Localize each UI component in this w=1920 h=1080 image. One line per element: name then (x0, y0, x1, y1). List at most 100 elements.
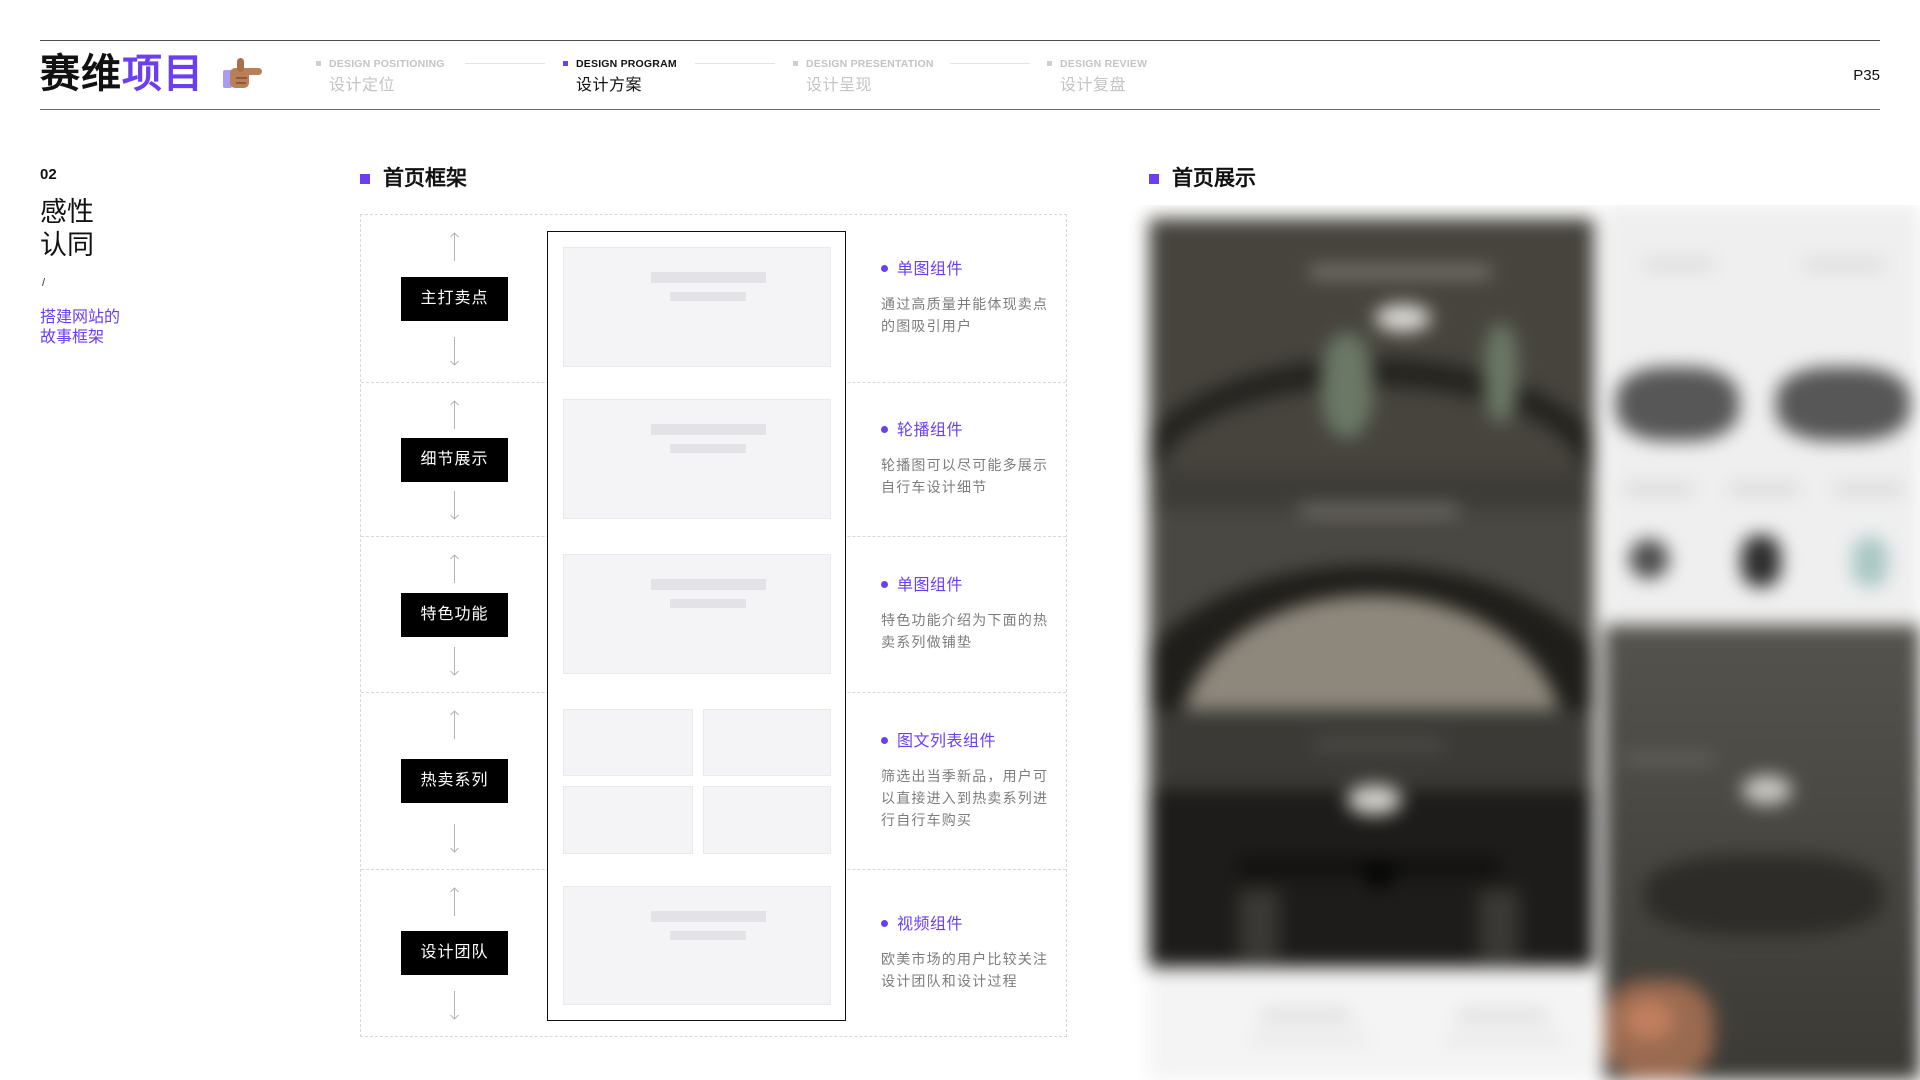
preview-text-streak (1445, 1037, 1565, 1043)
description-line: 通过高质量并能体现卖点 (881, 296, 1049, 312)
section-divider: / (42, 277, 46, 289)
component-name: 单图组件 (897, 261, 964, 278)
grid-placeholder (703, 709, 831, 776)
preview-detail-block (1149, 470, 1594, 710)
step-english-label: DESIGN REVIEW (1060, 58, 1148, 70)
component-description: 单图组件 特色功能介绍为下面的热 卖系列做铺垫 (881, 537, 1061, 692)
image-placeholder (563, 399, 831, 519)
step-design-positioning: DESIGN POSITIONING 设计定位 (316, 58, 445, 96)
preview-bike (1616, 367, 1739, 441)
text-placeholder-bar (670, 599, 746, 608)
arrow-down-icon (450, 824, 459, 853)
text-placeholder-bar (651, 579, 766, 590)
section-subtitle: 搭建网站的 故事框架 (40, 308, 120, 348)
preview-band (1149, 470, 1594, 510)
description-line: 卖系列做铺垫 (881, 634, 973, 650)
preview-text-streak (1309, 267, 1492, 277)
component-title: 单图组件 (881, 260, 1061, 280)
section-index: 02 (40, 166, 57, 183)
showcase-heading: 首页展示 (1149, 166, 1256, 192)
bullet-dot-icon (881, 426, 888, 433)
preview-text-streak (1261, 1012, 1351, 1020)
arrow-up-icon (450, 887, 459, 916)
component-name: 图文列表组件 (897, 732, 997, 750)
step-marker (793, 61, 798, 66)
blurred-preview (1120, 205, 1920, 1080)
text-placeholder-bar (651, 272, 766, 283)
text-placeholder-bar (670, 444, 746, 453)
section-label: 细节展示 (401, 437, 508, 482)
preview-bike (1776, 367, 1910, 441)
step-connector (695, 63, 775, 64)
preview-hub (1364, 858, 1394, 888)
grid-placeholder (563, 786, 693, 854)
step-design-program: DESIGN PROGRAM 设计方案 (563, 58, 677, 96)
component-title: 图文列表组件 (881, 732, 1061, 752)
section-subtitle-line: 搭建网站的 (40, 309, 121, 326)
component-title: 视频组件 (881, 915, 1061, 935)
step-design-review: DESIGN REVIEW 设计复盘 (1047, 58, 1148, 96)
preview-shape (1321, 333, 1373, 438)
step-english-label: DESIGN PRESENTATION (806, 58, 934, 70)
preview-highlight (1347, 785, 1402, 815)
preview-photo-block (1604, 625, 1920, 1080)
arrow-down-icon (450, 647, 459, 676)
preview-text-streak (1729, 485, 1799, 493)
section-title-line: 认同 (40, 230, 94, 260)
preview-highlight (1742, 775, 1792, 805)
bullet-dot-icon (881, 736, 888, 744)
video-placeholder (563, 886, 831, 1005)
preview-text-streak (1644, 260, 1714, 269)
preview-text-streak (1299, 505, 1459, 515)
component-title: 轮播组件 (881, 421, 1061, 441)
page-wireframe (547, 231, 846, 1021)
text-placeholder-bar (651, 911, 766, 922)
section-label: 主打卖点 (401, 276, 508, 321)
heading-square-icon (360, 174, 370, 184)
component-title: 单图组件 (881, 576, 1061, 596)
preview-text-streak (1834, 485, 1904, 493)
preview-text-streak (1249, 1037, 1369, 1043)
header-bottom-rule (40, 109, 1880, 110)
preview-text-streak (1457, 1012, 1547, 1020)
preview-hero-block (1149, 218, 1594, 470)
preview-highlight (1375, 304, 1431, 332)
component-description: 单图组件 通过高质量并能体现卖点 的图吸引用户 (881, 215, 1061, 382)
bullet-dot-icon (881, 265, 888, 272)
step-connector (950, 63, 1030, 64)
grid-placeholder (703, 786, 831, 854)
component-description: 轮播组件 轮播图可以尽可能多展示 自行车设计细节 (881, 383, 1061, 536)
section-label: 设计团队 (401, 931, 508, 975)
description-line: 设计团队和设计过程 (881, 972, 1018, 989)
step-marker (563, 61, 568, 66)
description-text: 特色功能介绍为下面的热 卖系列做铺垫 (881, 609, 1061, 653)
step-chinese-label: 设计定位 (329, 77, 396, 94)
image-placeholder (563, 554, 831, 674)
description-text: 欧美市场的用户比较关注 设计团队和设计过程 (881, 948, 1061, 992)
preview-shape (1239, 890, 1279, 960)
component-description: 图文列表组件 筛选出当季新品，用户可 以直接进入到热卖系列进 行自行车购买 (881, 693, 1061, 869)
description-line: 轮播图可以尽可能多展示 (881, 457, 1049, 473)
step-english-label: DESIGN PROGRAM (576, 58, 677, 70)
description-line: 自行车设计细节 (881, 479, 988, 495)
homepage-preview-image (1120, 205, 1920, 1080)
step-english-label: DESIGN POSITIONING (329, 58, 445, 70)
component-name: 视频组件 (897, 915, 964, 933)
grid-placeholder (563, 709, 693, 776)
step-connector (465, 63, 545, 64)
text-placeholder-bar (670, 931, 746, 940)
step-chinese-label: 设计复盘 (1060, 77, 1127, 94)
description-line: 行自行车购买 (881, 811, 973, 828)
brand-logo: 赛维项目 (40, 50, 204, 98)
preview-texture (1624, 1000, 1674, 1040)
arrow-up-icon (450, 710, 459, 739)
preview-feature-block (1149, 710, 1594, 967)
description-line: 欧美市场的用户比较关注 (881, 950, 1049, 967)
preview-shape (1644, 855, 1884, 935)
description-text: 通过高质量并能体现卖点 的图吸引用户 (881, 293, 1061, 337)
header-top-rule (40, 40, 1880, 41)
step-marker (316, 61, 321, 66)
preview-band (1149, 710, 1594, 790)
arrow-down-icon (450, 491, 459, 520)
component-name: 轮播组件 (897, 422, 964, 439)
